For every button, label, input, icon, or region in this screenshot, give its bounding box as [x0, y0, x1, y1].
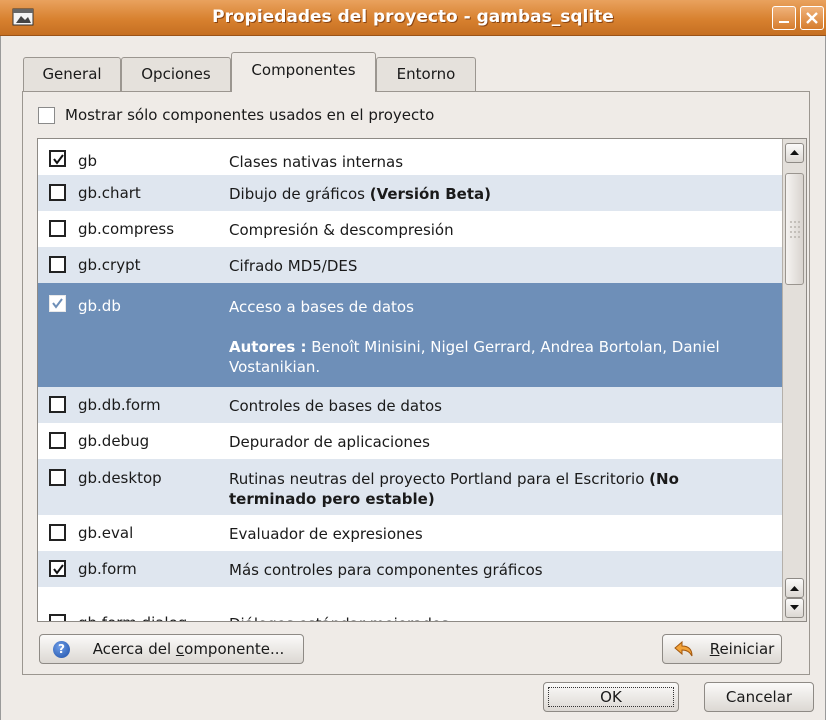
- tab-opciones[interactable]: Opciones: [121, 57, 231, 91]
- about-label-mnemonic: c: [175, 640, 185, 658]
- component-row-gb-debug[interactable]: gb.debug Depurador de aplicaciones: [38, 423, 783, 459]
- component-description: Evaluador de expresiones: [229, 525, 423, 543]
- cancel-button[interactable]: Cancelar: [704, 682, 814, 712]
- focus-ring: [548, 687, 674, 707]
- component-row-gb-desktop[interactable]: gb.desktop Rutinas neutras del proyecto …: [38, 459, 783, 515]
- scroll-up-button-lower[interactable]: [785, 578, 804, 598]
- undo-icon: [673, 639, 695, 668]
- tab-general[interactable]: General: [23, 57, 121, 91]
- component-checkbox[interactable]: [49, 184, 66, 201]
- component-row-gb[interactable]: gb Clases nativas internas: [38, 139, 783, 175]
- cancel-label: Cancelar: [725, 688, 793, 706]
- component-name: gb.desktop: [78, 469, 162, 487]
- component-checkbox[interactable]: [49, 560, 66, 577]
- component-row-gb-db-form[interactable]: gb.db.form Controles de bases de datos: [38, 387, 783, 423]
- description-note: (Versión Beta): [369, 185, 491, 203]
- component-description: Diálogos estándar mejorados: [229, 614, 769, 621]
- component-name: gb.form: [78, 560, 137, 578]
- ok-button[interactable]: OK: [543, 682, 679, 712]
- component-row-gb-db[interactable]: gb.db Acceso a bases de datos Autores : …: [38, 283, 783, 387]
- component-name: gb.crypt: [78, 256, 141, 274]
- component-authors: Autores : Benoît Minisini, Nigel Gerrard…: [229, 337, 769, 377]
- window-title: Propiedades del proyecto - gambas_sqlite: [212, 7, 614, 27]
- minimize-icon: [779, 21, 789, 23]
- arrow-up-icon: [790, 150, 799, 155]
- description-text: Dibujo de gráficos: [229, 185, 370, 203]
- close-icon: [806, 12, 818, 24]
- component-row-gb-form[interactable]: gb.form Más controles para componentes g…: [38, 551, 783, 587]
- minimize-button[interactable]: [772, 6, 796, 30]
- component-checkbox[interactable]: [49, 220, 66, 237]
- component-checkbox[interactable]: [49, 256, 66, 273]
- component-description: Rutinas neutras del proyecto Portland pa…: [229, 469, 769, 509]
- tab-entorno[interactable]: Entorno: [376, 57, 476, 91]
- description-text: Rutinas neutras del proyecto Portland pa…: [229, 470, 650, 488]
- component-name: gb.db: [78, 297, 121, 315]
- component-name: gb.eval: [78, 524, 134, 542]
- show-used-only-checkbox[interactable]: [38, 107, 55, 124]
- about-label-start: Acerca del: [92, 640, 176, 658]
- components-list[interactable]: gb Clases nativas internas gb.chart Dibu…: [37, 138, 807, 622]
- component-checkbox[interactable]: [49, 524, 66, 541]
- component-description: Acceso a bases de datos: [229, 298, 414, 316]
- reset-label-end: einiciar: [719, 640, 775, 658]
- component-row-gb-eval[interactable]: gb.eval Evaluador de expresiones: [38, 515, 783, 551]
- scroll-up-button[interactable]: [785, 143, 804, 163]
- reset-button[interactable]: Reiniciar: [662, 634, 782, 664]
- title-bar[interactable]: Propiedades del proyecto - gambas_sqlite: [0, 0, 826, 36]
- component-description: Controles de bases de datos: [229, 397, 442, 415]
- about-component-button[interactable]: ? Acerca del componente...: [39, 634, 304, 664]
- reset-label-mnemonic: R: [709, 640, 720, 658]
- authors-label: Autores :: [229, 338, 307, 356]
- about-label-end: omponente...: [184, 640, 285, 658]
- checkmark-icon: [53, 564, 64, 575]
- scrollbar-thumb[interactable]: [785, 173, 804, 285]
- component-description: Dibujo de gráficos (Versión Beta): [229, 184, 769, 204]
- component-checkbox[interactable]: [49, 469, 66, 486]
- component-checkbox[interactable]: [49, 295, 66, 312]
- component-description: Compresión & descompresión: [229, 221, 454, 239]
- component-name: gb.compress: [78, 220, 175, 238]
- grip-icon: [790, 221, 800, 238]
- component-row-gb-crypt[interactable]: gb.crypt Cifrado MD5/DES: [38, 247, 783, 283]
- component-row-gb-compress[interactable]: gb.compress Compresión & descompresión: [38, 211, 783, 247]
- component-row-gb-chart[interactable]: gb.chart Dibujo de gráficos (Versión Bet…: [38, 175, 783, 211]
- reset-label: Reiniciar: [710, 640, 775, 658]
- about-component-label: Acerca del componente...: [93, 640, 285, 658]
- component-name: gb.form.dialog: [78, 614, 187, 621]
- scroll-down-button[interactable]: [785, 598, 804, 618]
- component-name: gb.debug: [78, 432, 150, 450]
- component-checkbox[interactable]: [49, 150, 66, 167]
- checkmark-icon: [52, 298, 63, 309]
- component-description: Depurador de aplicaciones: [229, 433, 430, 451]
- help-icon: ?: [53, 641, 70, 658]
- list-scrollbar[interactable]: [782, 139, 806, 621]
- tab-componentes[interactable]: Componentes: [231, 52, 376, 92]
- component-checkbox[interactable]: [49, 614, 66, 621]
- component-name: gb: [78, 152, 98, 170]
- component-name: gb.db.form: [78, 396, 161, 414]
- component-description: Clases nativas internas: [229, 153, 404, 171]
- component-checkbox[interactable]: [49, 396, 66, 413]
- component-name: gb.chart: [78, 184, 141, 202]
- checkmark-icon: [53, 154, 64, 165]
- component-checkbox[interactable]: [49, 432, 66, 449]
- arrow-down-icon: [790, 605, 799, 610]
- component-description: Cifrado MD5/DES: [229, 257, 358, 275]
- show-used-only-label[interactable]: Mostrar sólo componentes usados en el pr…: [65, 106, 434, 124]
- close-button[interactable]: [800, 6, 824, 30]
- component-description: Más controles para componentes gráficos: [229, 561, 543, 579]
- component-row-gb-form-dialog[interactable]: gb.form.dialog Diálogos estándar mejorad…: [38, 587, 783, 621]
- arrow-up-icon: [790, 586, 799, 591]
